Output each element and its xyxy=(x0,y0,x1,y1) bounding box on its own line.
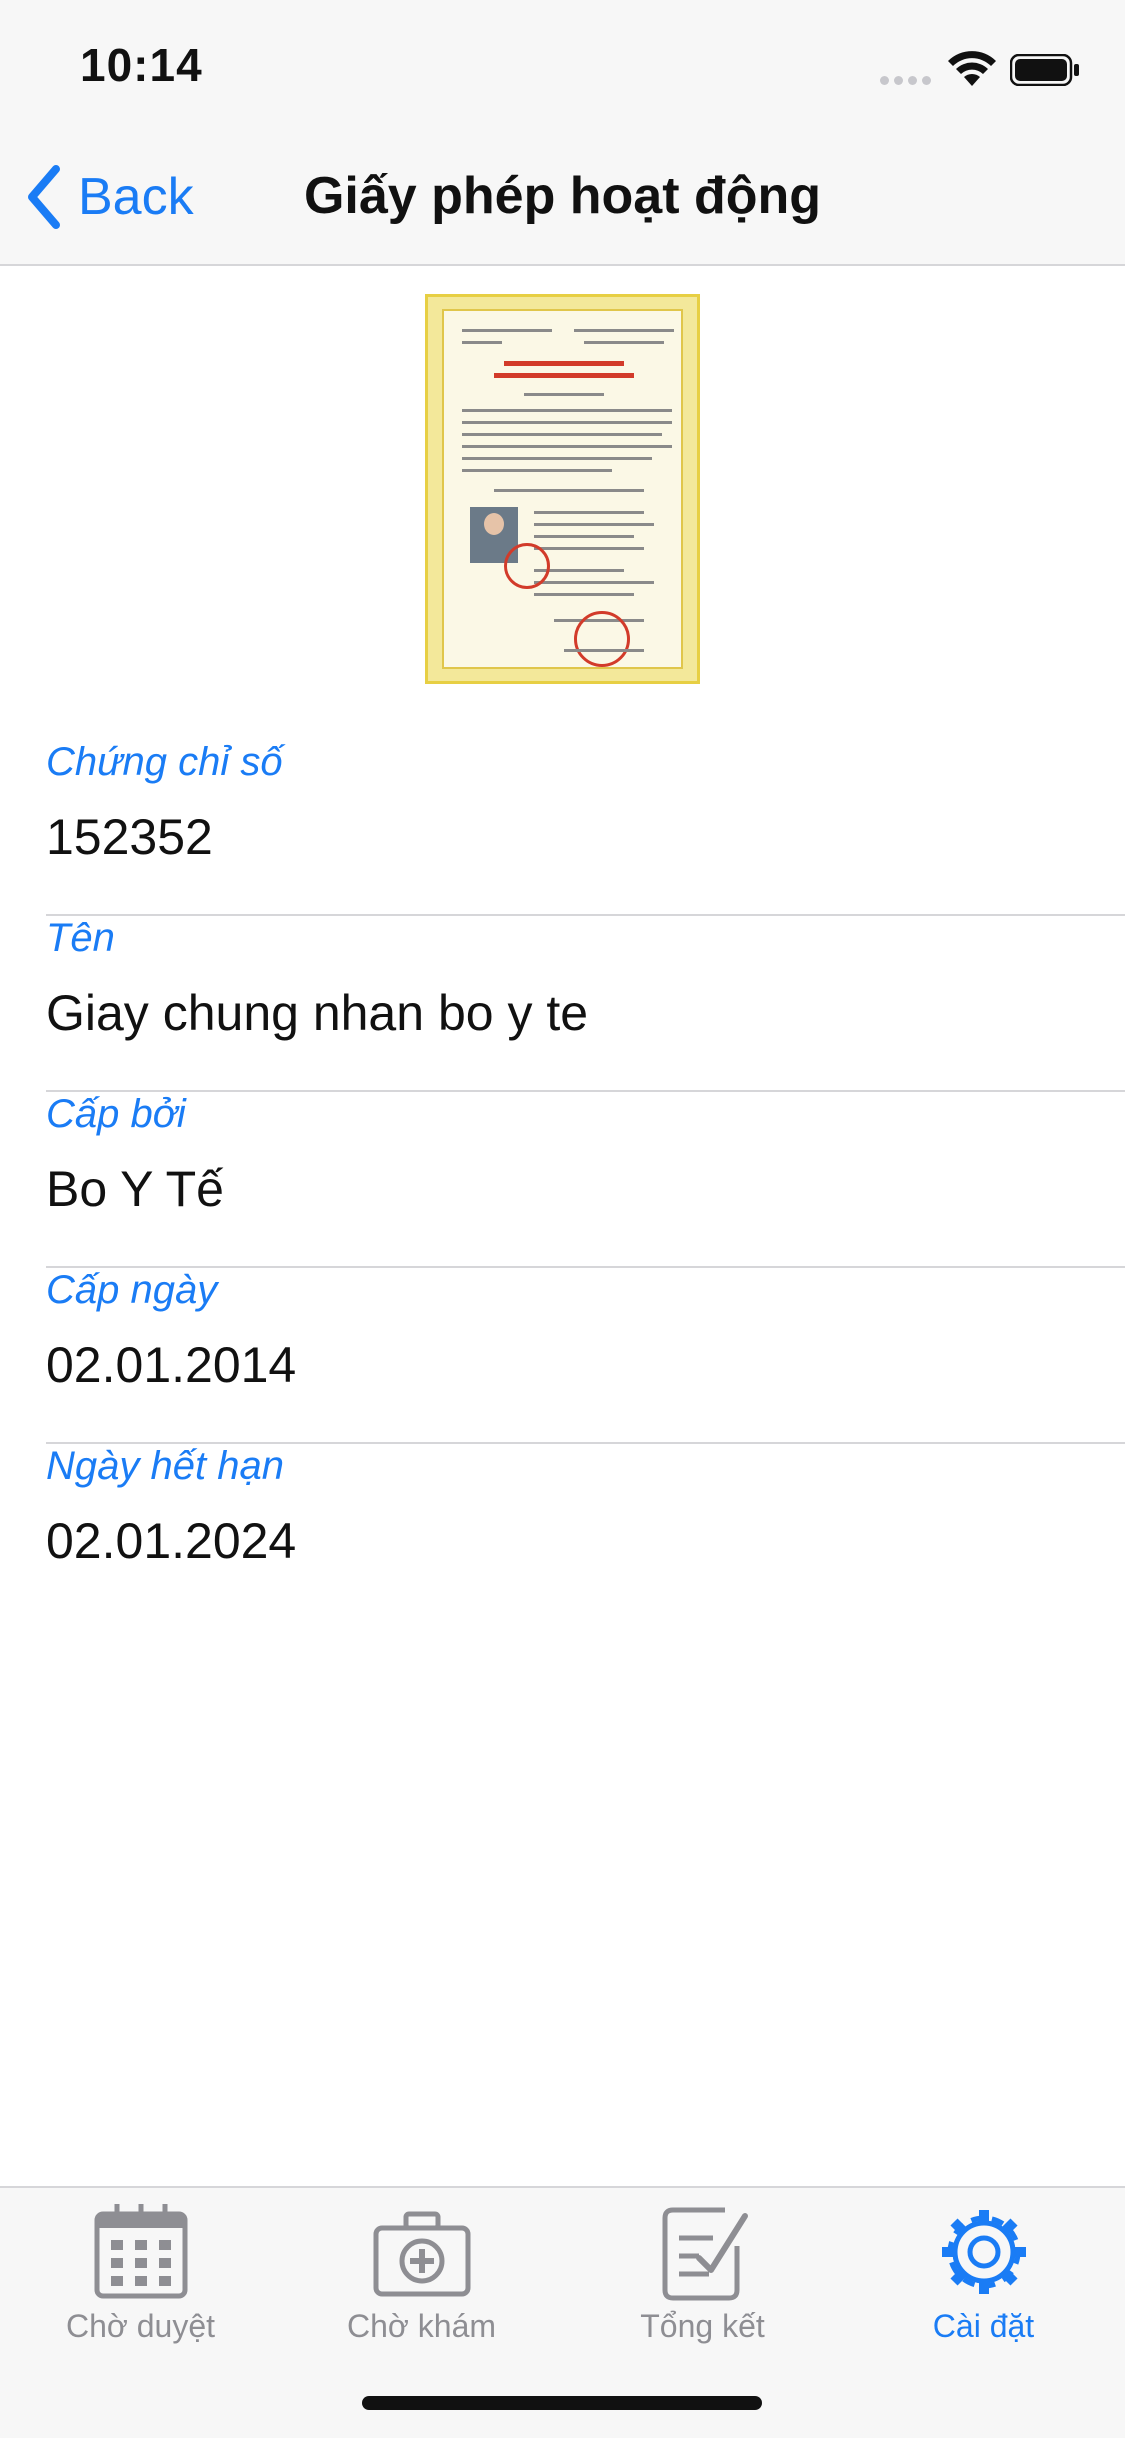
field-value: 152352 xyxy=(46,809,213,865)
cellular-signal-icon xyxy=(880,72,936,85)
field-certificate-number: Chứng chỉ số 152352 xyxy=(46,740,1125,916)
field-label: Tên xyxy=(46,916,115,960)
field-value: Bo Y Tế xyxy=(46,1161,224,1217)
home-indicator xyxy=(362,2396,762,2410)
battery-icon xyxy=(1010,54,1079,86)
field-issued-by: Cấp bởi Bo Y Tế xyxy=(46,1092,1125,1268)
tab-label: Chờ duyệt xyxy=(65,2308,216,2344)
page-title: Giấy phép hoạt động xyxy=(303,167,822,225)
wifi-icon xyxy=(948,51,996,86)
tab-summary[interactable]: Tổng kết xyxy=(562,2202,843,2345)
calendar-icon xyxy=(94,2204,187,2299)
license-certificate-image[interactable] xyxy=(425,294,700,684)
field-value: 02.01.2014 xyxy=(46,1337,297,1393)
tab-label: Chờ khám xyxy=(346,2308,497,2344)
tab-label: Cài đặt xyxy=(932,2308,1035,2344)
field-label: Cấp bởi xyxy=(46,1092,186,1136)
field-label: Cấp ngày xyxy=(46,1268,218,1312)
tab-pending-approval[interactable]: Chờ duyệt xyxy=(0,2202,281,2345)
status-time: 10:14 xyxy=(80,39,203,91)
medical-kit-icon xyxy=(373,2211,470,2297)
field-value: Giay chung nhan bo y te xyxy=(46,985,589,1041)
field-label: Chứng chỉ số xyxy=(46,740,283,784)
tab-pending-exam[interactable]: Chờ khám xyxy=(281,2202,562,2345)
checklist-icon xyxy=(662,2207,748,2301)
field-value: 02.01.2024 xyxy=(46,1513,297,1569)
field-name: Tên Giay chung nhan bo y te xyxy=(46,916,1125,1092)
status-bar: 10:14 xyxy=(0,0,1125,132)
field-expiry-date: Ngày hết hạn 02.01.2024 xyxy=(46,1444,1125,1620)
tab-label: Tổng kết xyxy=(640,2308,765,2344)
gear-icon xyxy=(941,2210,1026,2294)
field-issue-date: Cấp ngày 02.01.2014 xyxy=(46,1268,1125,1444)
tab-settings[interactable]: Cài đặt xyxy=(843,2202,1124,2345)
field-label: Ngày hết hạn xyxy=(46,1444,284,1488)
navigation-bar: Back Giấy phép hoạt động xyxy=(0,132,1125,266)
